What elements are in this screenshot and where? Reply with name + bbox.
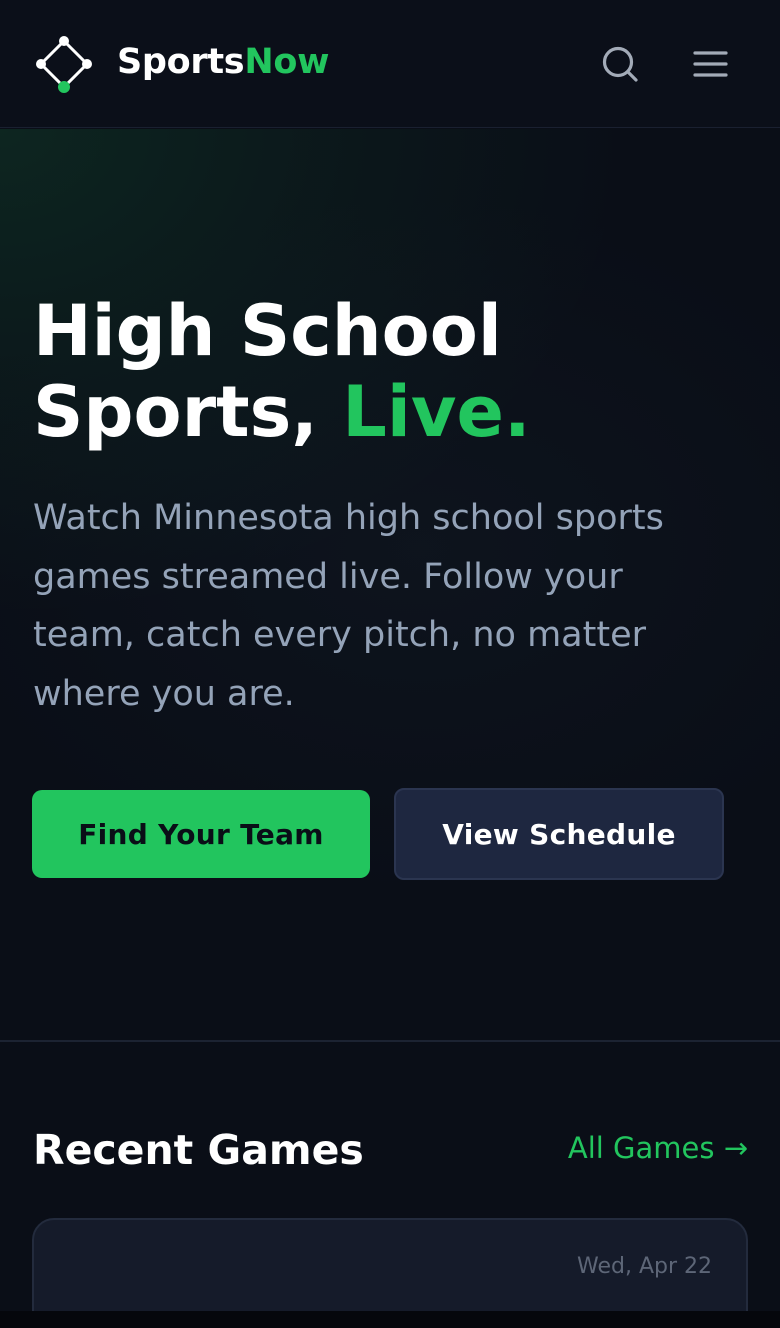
hero-title-line1: High School — [33, 290, 502, 372]
find-your-team-button[interactable]: Find Your Team — [32, 790, 370, 878]
section-divider — [0, 1040, 780, 1042]
game-date: Wed, Apr 22 — [577, 1254, 712, 1279]
hero-section: High School Sports, Live. Watch Minnesot… — [0, 129, 780, 1040]
all-games-link[interactable]: All Games → — [568, 1129, 748, 1167]
hero-title: High School Sports, Live. — [33, 291, 531, 453]
search-icon — [602, 46, 638, 82]
hamburger-menu-icon — [693, 51, 728, 77]
bottom-edge — [0, 1311, 780, 1328]
hero-description: Watch Minnesota high school sports games… — [33, 498, 664, 714]
brand-name-accent: Now — [244, 42, 330, 82]
diamond-field-icon[interactable] — [34, 34, 94, 94]
hero-title-line2: Sports, — [33, 371, 343, 453]
hero-title-accent: Live. — [342, 371, 531, 453]
recent-games-title: Recent Games — [33, 1126, 364, 1174]
menu-button[interactable] — [688, 42, 732, 86]
brand-name[interactable]: SportsNow — [117, 40, 329, 84]
brand-name-primary: Sports — [117, 42, 245, 82]
search-button[interactable] — [598, 42, 642, 86]
site-header: SportsNow — [0, 0, 780, 128]
view-schedule-button[interactable]: View Schedule — [394, 788, 724, 880]
